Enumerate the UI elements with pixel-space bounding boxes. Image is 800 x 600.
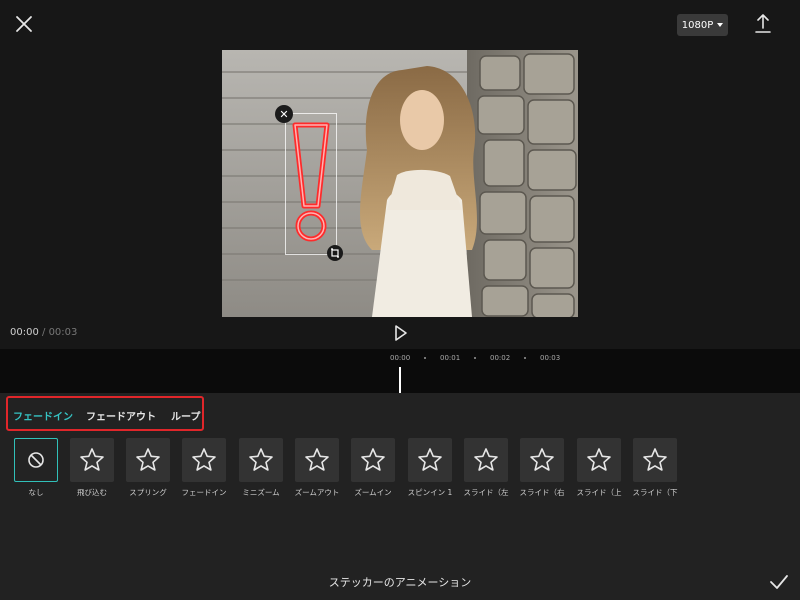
timeline-dot — [524, 357, 526, 359]
animation-label: フェードイン — [181, 488, 227, 497]
star-icon — [474, 448, 498, 471]
exclamation-sticker — [292, 122, 330, 242]
upload-icon[interactable] — [752, 12, 774, 36]
animation-label: なし — [28, 488, 44, 497]
animation-label: 飛び込む — [77, 488, 107, 497]
star-icon — [249, 448, 273, 471]
tab-fade-in[interactable]: フェードイン — [13, 408, 73, 423]
animation-label: スピンイン 1 — [407, 488, 453, 497]
timeline-tick: 00:00 — [390, 354, 411, 362]
animation-label: ミニズーム — [242, 488, 280, 497]
timeline-dot — [474, 357, 476, 359]
animation-label: ズームイン — [354, 488, 392, 497]
star-icon — [136, 448, 160, 471]
animation-item[interactable] — [408, 438, 452, 482]
chevron-down-icon — [717, 23, 724, 27]
animation-item[interactable] — [126, 438, 170, 482]
animation-item[interactable] — [182, 438, 226, 482]
animation-item-none[interactable] — [14, 438, 58, 482]
resolution-dropdown[interactable]: 1080P — [677, 14, 728, 36]
star-icon — [80, 448, 104, 471]
preview-image — [222, 50, 578, 317]
star-icon — [305, 448, 329, 471]
tab-loop[interactable]: ループ — [171, 408, 200, 423]
check-icon[interactable] — [769, 573, 789, 591]
animation-item[interactable] — [464, 438, 508, 482]
animation-label: ズームアウト — [294, 488, 340, 497]
animation-label: スライド（左 — [463, 488, 509, 497]
animation-label: スライド（下 — [632, 488, 678, 497]
sticker-bounding-box[interactable] — [285, 113, 337, 255]
star-icon — [361, 448, 385, 471]
animation-item[interactable] — [520, 438, 564, 482]
timeline-dot — [424, 357, 426, 359]
animation-label: スライド（右 — [519, 488, 565, 497]
animation-item[interactable] — [295, 438, 339, 482]
animation-label: スライド（上 — [576, 488, 622, 497]
timeline-tick: 00:01 — [440, 354, 461, 362]
current-time: 00:00 — [10, 327, 39, 338]
video-preview[interactable] — [222, 50, 578, 317]
playhead[interactable] — [399, 367, 401, 393]
panel-title: ステッカーのアニメーション — [328, 576, 472, 589]
animation-item[interactable] — [577, 438, 621, 482]
animation-item[interactable] — [70, 438, 114, 482]
animation-item[interactable] — [239, 438, 283, 482]
timeline-tick: 00:02 — [490, 354, 511, 362]
tab-fade-out[interactable]: フェードアウト — [86, 408, 156, 423]
animation-item[interactable] — [351, 438, 395, 482]
star-icon — [192, 448, 216, 471]
sticker-delete-icon[interactable]: ✕ — [275, 105, 293, 123]
time-display: 00:00 / 00:03 — [10, 327, 77, 338]
animation-label: スプリング — [129, 488, 167, 497]
sticker-rotate-icon[interactable] — [327, 245, 343, 261]
star-icon — [530, 448, 554, 471]
play-icon[interactable] — [393, 324, 409, 342]
animation-item[interactable] — [633, 438, 677, 482]
resolution-label: 1080P — [681, 19, 714, 31]
close-icon[interactable] — [12, 12, 36, 36]
none-icon — [28, 452, 44, 468]
time-separator: / — [38, 327, 49, 338]
star-icon — [643, 448, 667, 471]
total-time: 00:03 — [48, 327, 78, 338]
star-icon — [587, 448, 611, 471]
timeline-tick: 00:03 — [540, 354, 561, 362]
star-icon — [418, 448, 442, 471]
